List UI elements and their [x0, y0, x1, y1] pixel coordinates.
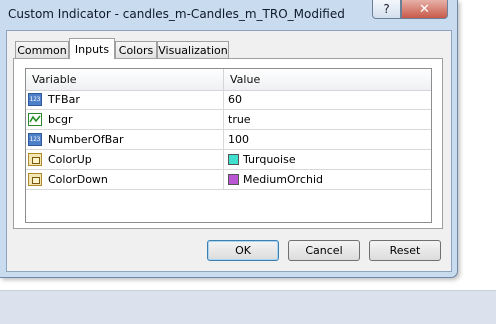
reset-button[interactable]: Reset	[369, 240, 441, 261]
value-text: 100	[228, 133, 249, 146]
window-title: Custom Indicator - candles_m-Candles_m_T…	[8, 7, 345, 21]
color-icon	[28, 153, 42, 166]
cell-divider	[223, 110, 224, 130]
variable-name: NumberOfBar	[48, 133, 124, 146]
cancel-button[interactable]: Cancel	[288, 240, 360, 261]
close-icon: ✕	[419, 1, 430, 17]
value-text: MediumOrchid	[243, 173, 323, 186]
value-cell[interactable]: 100	[228, 133, 249, 146]
value-column-header[interactable]: Value	[230, 73, 260, 86]
inputs-grid: Variable Value 123 TFBar 60 bcgr true 12…	[25, 68, 432, 223]
tab-label: Common	[17, 43, 67, 57]
cell-divider	[223, 150, 224, 170]
variable-name: bcgr	[48, 113, 73, 126]
variable-name: ColorUp	[48, 153, 92, 166]
value-cell[interactable]: MediumOrchid	[228, 173, 323, 186]
dialog-client-area: Common Inputs Colors Visualization Varia…	[6, 30, 452, 272]
color-swatch	[228, 174, 239, 185]
tab-colors[interactable]: Colors	[115, 41, 157, 58]
tab-label: Colors	[118, 43, 154, 57]
value-text: Turquoise	[243, 153, 296, 166]
table-row[interactable]: 123 TFBar 60	[26, 90, 431, 110]
title-bar[interactable]: Custom Indicator - candles_m-Candles_m_T…	[0, 0, 457, 30]
table-row[interactable]: bcgr true	[26, 110, 431, 130]
table-row[interactable]: ColorUp Turquoise	[26, 150, 431, 170]
tab-visualization[interactable]: Visualization	[157, 41, 229, 58]
grid-header: Variable Value	[26, 69, 431, 91]
variable-name: TFBar	[48, 93, 80, 106]
value-text: 60	[228, 93, 242, 106]
boolean-icon	[28, 113, 42, 126]
variable-name: ColorDown	[48, 173, 108, 186]
number-icon: 123	[28, 133, 42, 146]
column-divider[interactable]	[223, 69, 224, 90]
tab-label: Visualization	[158, 43, 228, 57]
ok-button[interactable]: OK	[207, 240, 279, 261]
value-text: true	[228, 113, 251, 126]
table-row[interactable]: 123 NumberOfBar 100	[26, 130, 431, 150]
cell-divider	[223, 90, 224, 110]
tab-label: Inputs	[74, 42, 110, 56]
number-icon: 123	[28, 93, 42, 106]
tab-common[interactable]: Common	[15, 41, 69, 58]
table-row[interactable]: ColorDown MediumOrchid	[26, 170, 431, 190]
close-button[interactable]: ✕	[401, 0, 448, 19]
variable-column-header[interactable]: Variable	[32, 73, 77, 86]
desktop-strip	[0, 290, 496, 324]
custom-indicator-dialog: Custom Indicator - candles_m-Candles_m_T…	[0, 0, 458, 278]
cell-divider	[223, 170, 224, 190]
value-cell[interactable]: true	[228, 113, 251, 126]
tab-inputs[interactable]: Inputs	[69, 38, 115, 59]
color-icon	[28, 173, 42, 186]
color-swatch	[228, 154, 239, 165]
value-cell[interactable]: Turquoise	[228, 153, 296, 166]
inputs-panel: Variable Value 123 TFBar 60 bcgr true 12…	[13, 58, 443, 229]
help-icon: ?	[383, 2, 390, 16]
help-button[interactable]: ?	[372, 0, 401, 19]
cell-divider	[223, 130, 224, 150]
value-cell[interactable]: 60	[228, 93, 242, 106]
